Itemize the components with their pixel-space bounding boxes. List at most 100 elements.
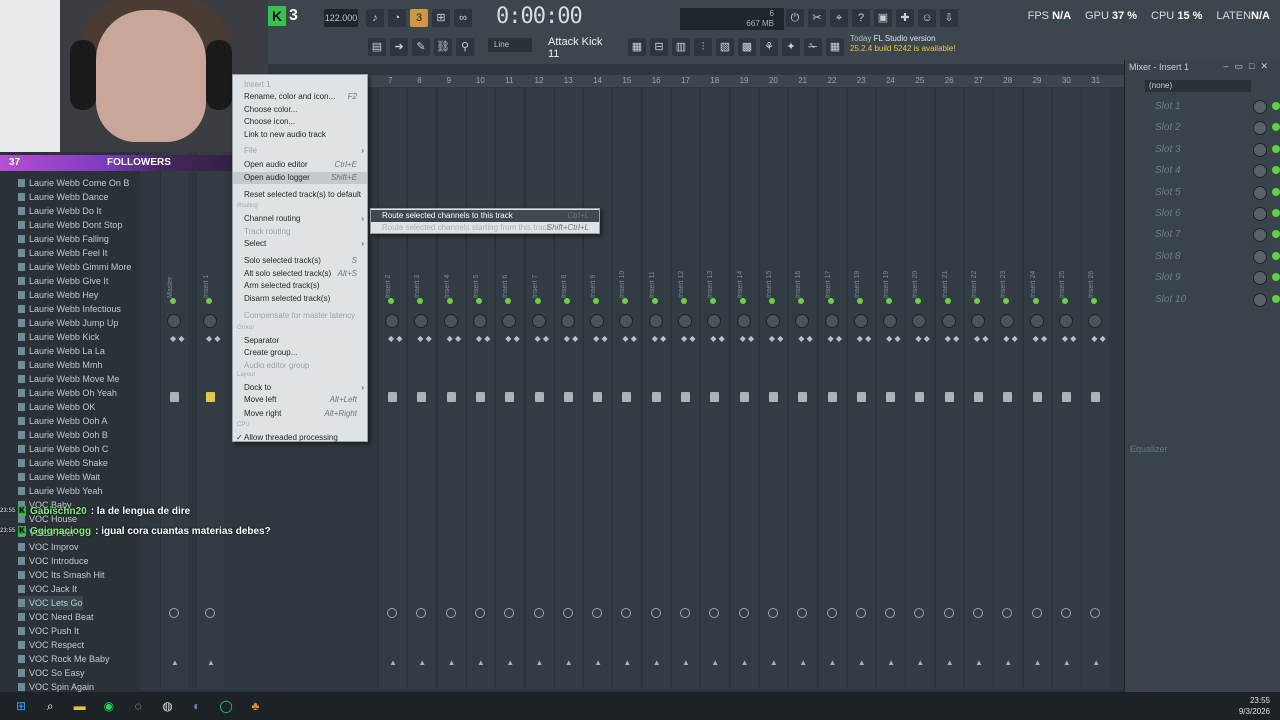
strip-led[interactable] <box>798 298 805 304</box>
menu-item[interactable]: Move right Alt+Right <box>233 408 367 420</box>
strip-led[interactable] <box>974 298 980 304</box>
pan-knob[interactable] <box>707 314 722 328</box>
browser-item[interactable]: Laurie Webb Wait <box>18 470 100 484</box>
slot-mix-knob[interactable] <box>1253 121 1267 136</box>
mixer-strip[interactable]: Insert 19 ◆ ◆ ▲ <box>876 88 905 688</box>
route-arrows[interactable]: ◆ ◆ <box>1003 335 1018 343</box>
stereo-knob[interactable] <box>592 608 603 618</box>
stereo-knob[interactable] <box>738 608 749 618</box>
flstudio-icon[interactable]: ♣ <box>246 697 264 715</box>
stereo-knob[interactable] <box>1031 608 1042 618</box>
route-arrows[interactable]: ◆ ◆ <box>769 335 784 343</box>
browser-item[interactable]: Laurie Webb Move Me <box>18 372 119 386</box>
plugin-icon[interactable]: ✚ <box>896 9 914 27</box>
menu-item[interactable]: Disarm selected track(s) <box>233 293 367 305</box>
mixer-strip[interactable]: Insert 20 ◆ ◆ ▲ <box>905 88 934 688</box>
stereo-knob[interactable] <box>943 608 954 618</box>
loop-icon[interactable]: ∞ <box>454 9 472 27</box>
pan-knob[interactable] <box>590 314 605 328</box>
strip-led[interactable] <box>681 298 687 304</box>
mixer-strip[interactable]: Insert 9 ◆ ◆ ▲ <box>583 88 612 688</box>
channel-rack-icon[interactable]: ⊟ <box>650 38 668 56</box>
mixer-strip[interactable]: Insert 21 ◆ ◆ ▲ <box>934 88 963 688</box>
search-icon[interactable]: ⌕ <box>41 697 59 715</box>
strip-led[interactable] <box>651 298 658 304</box>
pan-knob[interactable] <box>385 314 399 328</box>
mixer-strip[interactable]: Insert 1 ◆ ◆ ▲ <box>196 88 224 688</box>
menu-item[interactable]: Alt solo selected track(s) Alt+S <box>233 268 367 280</box>
mixer-strip[interactable]: Insert 22 ◆ ◆ ▲ <box>964 88 992 688</box>
fx-slot[interactable]: Slot 4 <box>1131 162 1280 180</box>
pan-knob[interactable] <box>560 314 575 328</box>
send-arrow-icon[interactable]: ▲ <box>887 658 895 667</box>
stereo-knob[interactable] <box>387 608 397 618</box>
slot-mix-knob[interactable] <box>1253 228 1267 243</box>
mixer-strip[interactable]: Insert 10 ◆ ◆ ▲ <box>612 88 641 688</box>
fx-slot[interactable]: Slot 1 <box>1131 98 1280 116</box>
strip-led[interactable] <box>1003 298 1010 304</box>
stereo-knob[interactable] <box>680 608 690 618</box>
slot-enable-led[interactable] <box>1272 144 1280 153</box>
volume-fader[interactable] <box>739 392 749 402</box>
pan-knob[interactable] <box>795 314 810 328</box>
slot-enable-led[interactable] <box>1272 230 1280 239</box>
volume-fader[interactable] <box>622 392 632 402</box>
slot-enable-led[interactable] <box>1272 273 1280 282</box>
slot-mix-knob[interactable] <box>1253 100 1267 114</box>
browser-item[interactable]: VOC So Easy <box>18 666 85 680</box>
slot-mix-knob[interactable] <box>1253 249 1267 264</box>
mixer-strip[interactable]: Insert 14 ◆ ◆ ▲ <box>729 88 758 688</box>
pan-knob[interactable] <box>824 314 839 328</box>
pan-knob[interactable] <box>502 314 517 328</box>
menu-item[interactable]: Channel routing › <box>233 213 367 225</box>
volume-fader[interactable] <box>1032 392 1042 402</box>
browser-item[interactable]: Laurie Webb Dont Stop <box>18 218 122 232</box>
obs-icon[interactable]: ◍ <box>159 697 177 715</box>
strip-led[interactable] <box>170 298 176 304</box>
menu-item[interactable]: Open audio logger Shift+E <box>233 172 367 184</box>
volume-fader[interactable] <box>856 392 866 402</box>
mixer-strip[interactable]: Insert 11 ◆ ◆ ▲ <box>641 88 670 688</box>
fx-slot[interactable]: Slot 5 <box>1131 184 1280 202</box>
help-icon[interactable]: ? <box>852 9 870 27</box>
stereo-knob[interactable] <box>1002 608 1013 618</box>
download-icon[interactable]: ⇩ <box>940 9 958 27</box>
route-arrows[interactable]: ◆ ◆ <box>622 335 637 343</box>
volume-fader[interactable] <box>915 392 925 402</box>
mic-icon[interactable]: ⌖ <box>830 9 848 27</box>
route-arrows[interactable]: ◆ ◆ <box>1091 335 1106 343</box>
window-buttons[interactable]: –▭□✕ <box>1224 61 1275 72</box>
stereo-knob[interactable] <box>826 608 837 618</box>
send-arrow-icon[interactable]: ▲ <box>916 658 924 667</box>
volume-fader[interactable] <box>886 392 896 402</box>
send-arrow-icon[interactable]: ▲ <box>565 658 573 667</box>
pattern-selector[interactable]: Attack Kick 11 <box>548 36 610 60</box>
route-arrows[interactable]: ◆ ◆ <box>1062 335 1077 343</box>
pan-knob[interactable] <box>1029 314 1044 328</box>
draw-icon[interactable]: ✎ <box>412 38 430 56</box>
route-arrows[interactable]: ◆ ◆ <box>740 335 755 343</box>
strip-led[interactable] <box>710 298 717 304</box>
mixer-strip[interactable]: Master ◆ ◆ ▲ <box>160 88 188 688</box>
route-arrows[interactable]: ◆ ◆ <box>974 335 989 343</box>
mixer-strip[interactable]: Insert 15 ◆ ◆ ▲ <box>758 88 787 688</box>
slot-enable-led[interactable] <box>1272 294 1280 303</box>
slot-mix-knob[interactable] <box>1253 185 1267 200</box>
strip-led[interactable] <box>1091 298 1098 304</box>
browser-item[interactable]: Laurie Webb Hey <box>18 288 98 302</box>
slot-enable-led[interactable] <box>1272 102 1280 110</box>
cut-icon[interactable]: ✂ <box>808 9 826 27</box>
send-arrow-icon[interactable]: ▲ <box>389 658 397 667</box>
volume-fader[interactable] <box>206 392 215 402</box>
mixer-strip[interactable]: Insert 25 ◆ ◆ ▲ <box>1051 88 1080 688</box>
stereo-knob[interactable] <box>416 608 427 618</box>
browser-item[interactable]: VOC Lets Go <box>18 596 83 610</box>
browser-item[interactable]: VOC Respect <box>18 638 84 652</box>
fx-slot[interactable]: Slot 10 <box>1131 291 1280 309</box>
menu-item[interactable]: Reset selected track(s) to default <box>233 189 367 201</box>
browser-item[interactable]: VOC Its Smash Hit <box>18 568 105 582</box>
steam-icon[interactable]: ◌ <box>129 697 147 715</box>
pan-knob[interactable] <box>883 314 898 328</box>
stereo-knob[interactable] <box>533 608 544 618</box>
mixer-strip[interactable]: Insert 5 ◆ ◆ ▲ <box>465 88 494 688</box>
